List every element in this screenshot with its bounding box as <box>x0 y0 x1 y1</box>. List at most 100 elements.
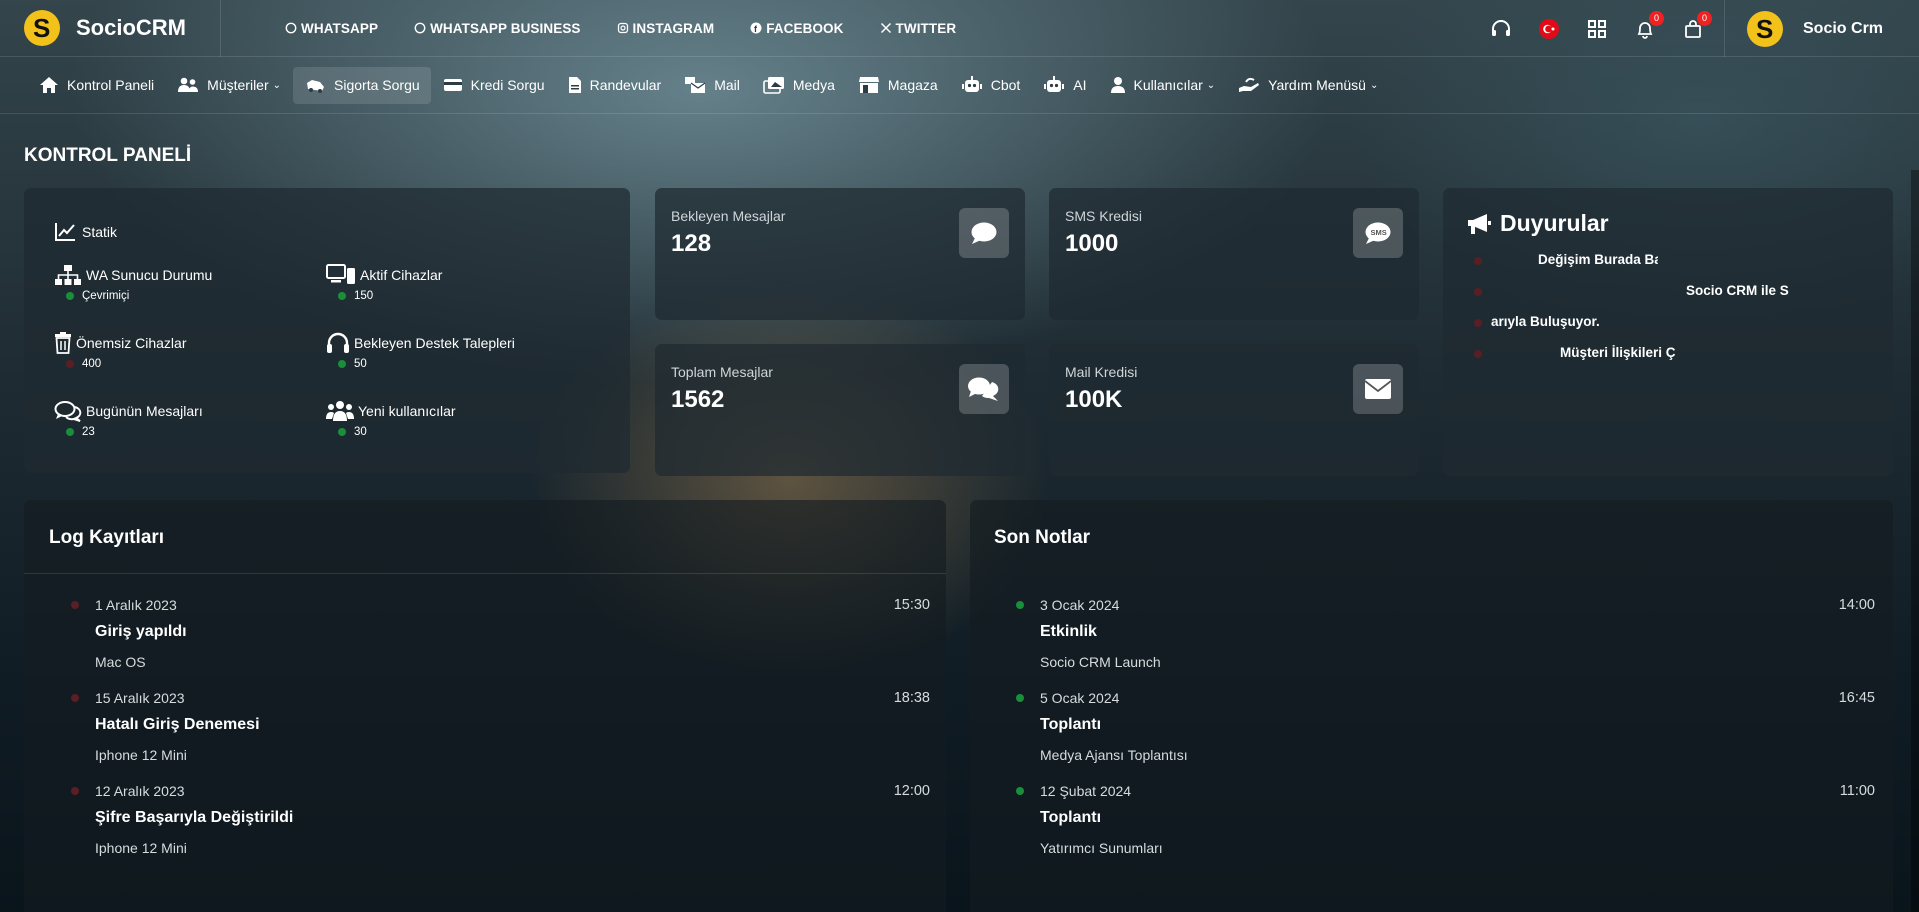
document-icon <box>568 77 581 93</box>
sms-icon: SMS <box>1365 222 1391 244</box>
log-item: 12 Aralık 2023 Şifre Başarıyla Değiştiri… <box>71 783 930 856</box>
note-title: Toplantı <box>1040 809 1102 826</box>
chevron-down-icon: ⌄ <box>1206 79 1216 91</box>
stat-item-junk-devices: Önemsiz Cihazlar 400 <box>54 332 314 370</box>
comment-icon <box>971 222 997 244</box>
metric-card-mail-credit[interactable]: Mail Kredisi 100K <box>1049 344 1419 476</box>
cart-badge: 0 <box>1697 10 1712 26</box>
status-dot-green <box>66 428 74 436</box>
user-menu[interactable]: Socio Crm <box>1724 0 1919 57</box>
nav-label: Mail <box>714 77 740 93</box>
nav-item-medya[interactable]: Medya <box>752 67 846 104</box>
nav-item-kredi-sorgu[interactable]: Kredi Sorgu <box>432 67 556 104</box>
nav-item-yardim-menusu[interactable]: Yardım Menüsü ⌄ <box>1227 67 1389 104</box>
whatsapp-business-icon <box>414 22 426 34</box>
social-link-instagram[interactable]: INSTAGRAM <box>617 21 715 36</box>
log-title: Giriş yapıldı <box>95 623 187 640</box>
car-crash-icon <box>307 80 325 93</box>
metric-card-pending-messages[interactable]: Bekleyen Mesajlar 128 <box>655 188 1025 320</box>
chevron-down-icon: ⌄ <box>1369 79 1379 91</box>
support-button[interactable] <box>1490 18 1512 40</box>
metric-icon-box <box>959 364 1009 414</box>
credit-card-icon <box>443 79 462 91</box>
stat-item-todays-messages: Bugünün Mesajları 23 <box>54 400 314 438</box>
stat-value: 400 <box>82 358 102 370</box>
log-time: 12:00 <box>893 783 930 799</box>
metric-title: SMS Kredisi <box>1065 208 1143 224</box>
nav-item-kontrol-paneli[interactable]: Kontrol Paneli <box>28 67 165 104</box>
nav-item-ai[interactable]: AI <box>1032 67 1097 104</box>
metric-icon-box <box>959 208 1009 258</box>
stat-value: 30 <box>354 426 367 438</box>
nav-label: Müşteriler <box>207 77 269 93</box>
stat-item-active-devices: Aktif Cihazlar 150 <box>326 264 586 302</box>
note-title: Etkinlik <box>1040 623 1097 640</box>
nav-label: Sigorta Sorgu <box>334 77 420 93</box>
log-date: 12 Aralık 2023 <box>95 783 185 799</box>
metric-card-total-messages[interactable]: Toplam Mesajlar 1562 <box>655 344 1025 476</box>
metric-icon-box: SMS <box>1353 208 1403 258</box>
nav-label: Magaza <box>887 77 938 93</box>
nav-item-mail[interactable]: Mail <box>673 67 751 104</box>
metric-card-sms-credit[interactable]: SMS Kredisi 1000 SMS <box>1049 188 1419 320</box>
nav-label: Yardım Menüsü <box>1268 77 1366 93</box>
nav-item-randevular[interactable]: Randevular <box>557 67 673 104</box>
log-date: 1 Aralık 2023 <box>95 597 177 613</box>
note-date: 5 Ocak 2024 <box>1040 690 1120 706</box>
user-group-icon <box>326 401 354 421</box>
devices-icon <box>326 264 355 284</box>
log-subtitle: Mac OS <box>95 654 146 670</box>
announcement-dot <box>1474 350 1482 358</box>
brand-logo <box>24 10 60 46</box>
notifications-button[interactable]: 0 <box>1634 10 1664 40</box>
cart-button[interactable]: 0 <box>1682 10 1712 40</box>
nav-item-kullanicilar[interactable]: Kullanıcılar ⌄ <box>1099 67 1227 104</box>
stat-label: Bekleyen Destek Talepleri <box>354 335 515 351</box>
nav-label: Kontrol Paneli <box>67 77 155 93</box>
facebook-icon: f <box>750 22 762 34</box>
stat-item-wa-server: WA Sunucu Durumu Çevrimiçi <box>54 264 314 302</box>
social-link-whatsapp[interactable]: WHATSAPP <box>285 21 378 36</box>
metric-value: 1000 <box>1065 230 1119 257</box>
log-time: 18:38 <box>893 690 930 706</box>
metric-title: Toplam Mesajlar <box>671 364 773 380</box>
note-time: 16:45 <box>1838 690 1875 706</box>
twitter-x-icon <box>880 22 891 34</box>
metric-value: 1562 <box>671 386 725 413</box>
apps-button[interactable] <box>1586 18 1608 40</box>
nav-item-sigorta-sorgu[interactable]: Sigorta Sorgu <box>293 66 431 104</box>
avatar <box>1747 10 1783 47</box>
log-title: Hatalı Giriş Denemesi <box>95 716 260 733</box>
note-subtitle: Socio CRM Launch <box>1040 654 1161 670</box>
envelope-icon <box>1364 379 1392 399</box>
nav-item-musteriler[interactable]: Müşteriler ⌄ <box>166 67 292 104</box>
log-item: 1 Aralık 2023 Giriş yapıldı Mac OS 15:30 <box>71 597 930 670</box>
headset-icon <box>1492 19 1510 36</box>
page-scrollbar[interactable] <box>1911 170 1919 912</box>
language-button[interactable] <box>1538 18 1560 40</box>
timeline-dot <box>71 787 79 795</box>
social-label: WHATSAPP <box>301 20 379 36</box>
social-link-twitter[interactable]: TWITTER <box>880 21 957 36</box>
metric-title: Bekleyen Mesajlar <box>671 208 786 224</box>
log-subtitle: Iphone 12 Mini <box>95 840 187 856</box>
stat-value: 150 <box>354 290 374 302</box>
nav-item-magaza[interactable]: Magaza <box>847 67 949 104</box>
notifications-badge: 0 <box>1649 10 1664 26</box>
nav-item-cbot[interactable]: Cbot <box>950 67 1032 104</box>
robot-icon <box>1044 76 1065 92</box>
metric-value: 100K <box>1065 386 1123 413</box>
social-link-whatsapp-business[interactable]: WHATSAPP BUSINESS <box>414 21 580 36</box>
page-title: KONTROL PANELİ <box>24 145 192 166</box>
stats-title: Statik <box>54 222 117 242</box>
status-dot-red <box>66 360 74 368</box>
social-link-facebook[interactable]: f FACEBOOK <box>750 21 843 36</box>
comments-icon <box>968 377 999 401</box>
stat-label: Bugünün Mesajları <box>86 403 203 419</box>
note-subtitle: Medya Ajansı Toplantısı <box>1040 747 1188 763</box>
whatsapp-icon <box>285 22 297 34</box>
chart-line-icon <box>55 223 75 241</box>
megaphone-icon <box>1468 213 1491 234</box>
brand[interactable]: SocioCRM <box>0 0 221 57</box>
top-bar: SocioCRM WHATSAPP WHATSAPP BUSINESS INST… <box>0 0 1919 57</box>
